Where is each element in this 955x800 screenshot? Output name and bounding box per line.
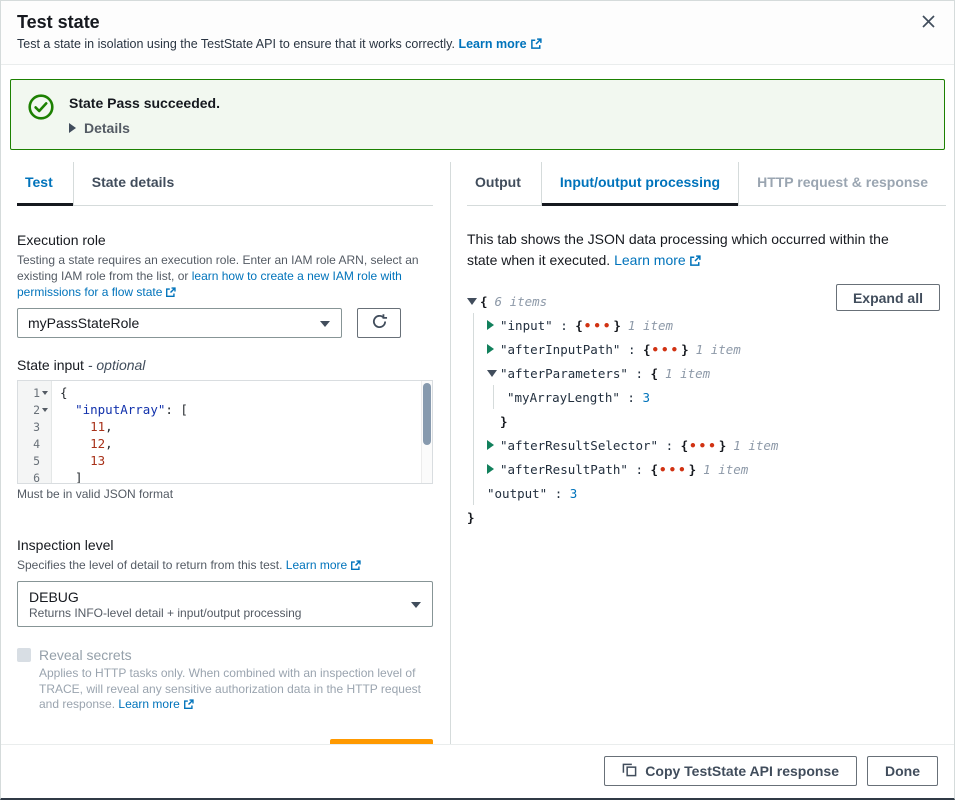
json-tree-row: "output" : 3	[487, 481, 946, 505]
reveal-secrets-learn-more-link[interactable]: Learn more	[118, 697, 179, 711]
success-banner: State Pass succeeded. Details	[10, 79, 945, 150]
execution-role-select[interactable]: myPassStateRole	[17, 308, 342, 338]
test-state-dialog: Test state Test a state in isolation usi…	[0, 0, 955, 800]
json-tree-row: "afterResultPath" : {•••}1 item	[487, 457, 946, 481]
json-tree-row: "afterInputPath" : {•••}1 item	[487, 337, 946, 361]
editor-line-number: 3	[18, 418, 51, 435]
inspection-level-select[interactable]: DEBUG Returns INFO-level detail + input/…	[17, 581, 433, 627]
close-icon[interactable]	[919, 12, 938, 34]
tab-http-request-response: HTTP request & response	[738, 162, 946, 205]
editor-line-number: 2	[18, 401, 51, 418]
editor-code-line[interactable]: 11,	[60, 418, 424, 435]
editor-code-line[interactable]: "inputArray": [	[60, 401, 424, 418]
code-fold-icon[interactable]	[42, 408, 48, 412]
expand-toggle-icon[interactable]	[487, 320, 500, 330]
expand-toggle-icon[interactable]	[487, 464, 500, 474]
chevron-down-icon	[320, 321, 330, 327]
editor-scrollbar[interactable]	[421, 381, 432, 483]
external-link-icon	[530, 39, 542, 53]
tab-description: This tab shows the JSON data processing …	[467, 229, 914, 273]
collapse-toggle-icon[interactable]	[467, 298, 480, 305]
json-tree-viewer: {6 items"input" : {•••}1 item"afterInput…	[467, 289, 946, 529]
right-tab-bar: Output Input/output processing HTTP requ…	[467, 162, 946, 206]
state-input-label: State input - optional	[17, 356, 433, 374]
state-name: Pass	[107, 95, 140, 111]
done-button[interactable]: Done	[867, 756, 938, 786]
inspection-level-value: DEBUG	[29, 588, 404, 606]
banner-message: State Pass succeeded.	[69, 93, 220, 113]
editor-line-number: 6	[18, 469, 51, 484]
expander-arrow-icon	[69, 123, 76, 133]
external-link-icon	[183, 699, 194, 713]
editor-line-number: 1	[18, 384, 51, 401]
test-pane: Test State details Execution role Testin…	[1, 162, 450, 744]
expand-toggle-icon[interactable]	[487, 344, 500, 354]
details-expander[interactable]: Details	[69, 120, 220, 136]
reveal-secrets-checkbox	[17, 648, 31, 662]
editor-line-number: 5	[18, 452, 51, 469]
state-input-editor[interactable]: 123456 { "inputArray": [ 11, 12, 13 ]	[17, 380, 433, 484]
reveal-secrets-label: Reveal secrets	[39, 647, 132, 663]
tab-test[interactable]: Test	[17, 162, 73, 205]
tab-state-details[interactable]: State details	[73, 162, 192, 205]
left-tab-bar: Test State details	[17, 162, 433, 206]
results-pane: Output Input/output processing HTTP requ…	[451, 162, 954, 744]
copy-api-response-button[interactable]: Copy TestState API response	[604, 756, 857, 786]
dialog-title: Test state	[17, 10, 100, 34]
success-check-icon	[27, 93, 55, 126]
expand-toggle-icon[interactable]	[487, 440, 500, 450]
json-tree-row: "input" : {•••}1 item	[487, 313, 946, 337]
execution-role-label: Execution role	[17, 231, 433, 249]
inspection-level-value-description: Returns INFO-level detail + input/output…	[29, 606, 404, 621]
inspection-level-description: Specifies the level of detail to return …	[17, 557, 433, 575]
chevron-down-icon	[411, 602, 421, 608]
learn-more-link[interactable]: Learn more	[458, 37, 526, 51]
execution-role-value: myPassStateRole	[28, 315, 313, 331]
dialog-header: Test state Test a state in isolation usi…	[1, 1, 954, 65]
reveal-secrets-description: Applies to HTTP tasks only. When combine…	[39, 666, 433, 715]
scrollbar-thumb[interactable]	[423, 383, 431, 445]
editor-gutter: 123456	[18, 381, 52, 483]
json-validation-hint: Must be in valid JSON format	[17, 486, 433, 502]
collapse-toggle-icon[interactable]	[487, 370, 500, 377]
editor-code-line[interactable]: 12,	[60, 435, 424, 452]
editor-code-line[interactable]: ]	[60, 469, 424, 484]
dialog-footer: Copy TestState API response Done	[1, 744, 954, 798]
tab-output[interactable]: Output	[467, 162, 541, 205]
json-tree-row: "afterParameters" : {1 item	[487, 361, 946, 385]
processing-learn-more-link[interactable]: Learn more	[614, 252, 686, 268]
refresh-icon	[371, 313, 388, 333]
external-link-icon	[350, 560, 361, 574]
expand-all-button[interactable]: Expand all	[836, 284, 940, 311]
dialog-subtitle: Test a state in isolation using the Test…	[17, 37, 455, 51]
tab-input-output-processing[interactable]: Input/output processing	[541, 162, 738, 205]
inspection-learn-more-link[interactable]: Learn more	[286, 558, 347, 572]
external-link-icon	[689, 254, 701, 270]
execution-role-description: Testing a state requires an execution ro…	[17, 252, 433, 302]
editor-line-number: 4	[18, 435, 51, 452]
copy-icon	[622, 762, 637, 780]
inspection-level-label: Inspection level	[17, 536, 433, 554]
json-tree-row: "afterResultSelector" : {•••}1 item	[487, 433, 946, 457]
external-link-icon	[165, 287, 176, 301]
editor-code-line[interactable]: {	[60, 384, 424, 401]
editor-code-line[interactable]: 13	[60, 452, 424, 469]
json-tree-row: }	[467, 505, 946, 529]
json-tree-row: }	[500, 409, 946, 433]
code-fold-icon[interactable]	[42, 391, 48, 395]
editor-code[interactable]: { "inputArray": [ 11, 12, 13 ]	[52, 381, 432, 483]
refresh-roles-button[interactable]	[357, 308, 401, 338]
json-tree-row: "myArrayLength" : 3	[507, 385, 946, 409]
